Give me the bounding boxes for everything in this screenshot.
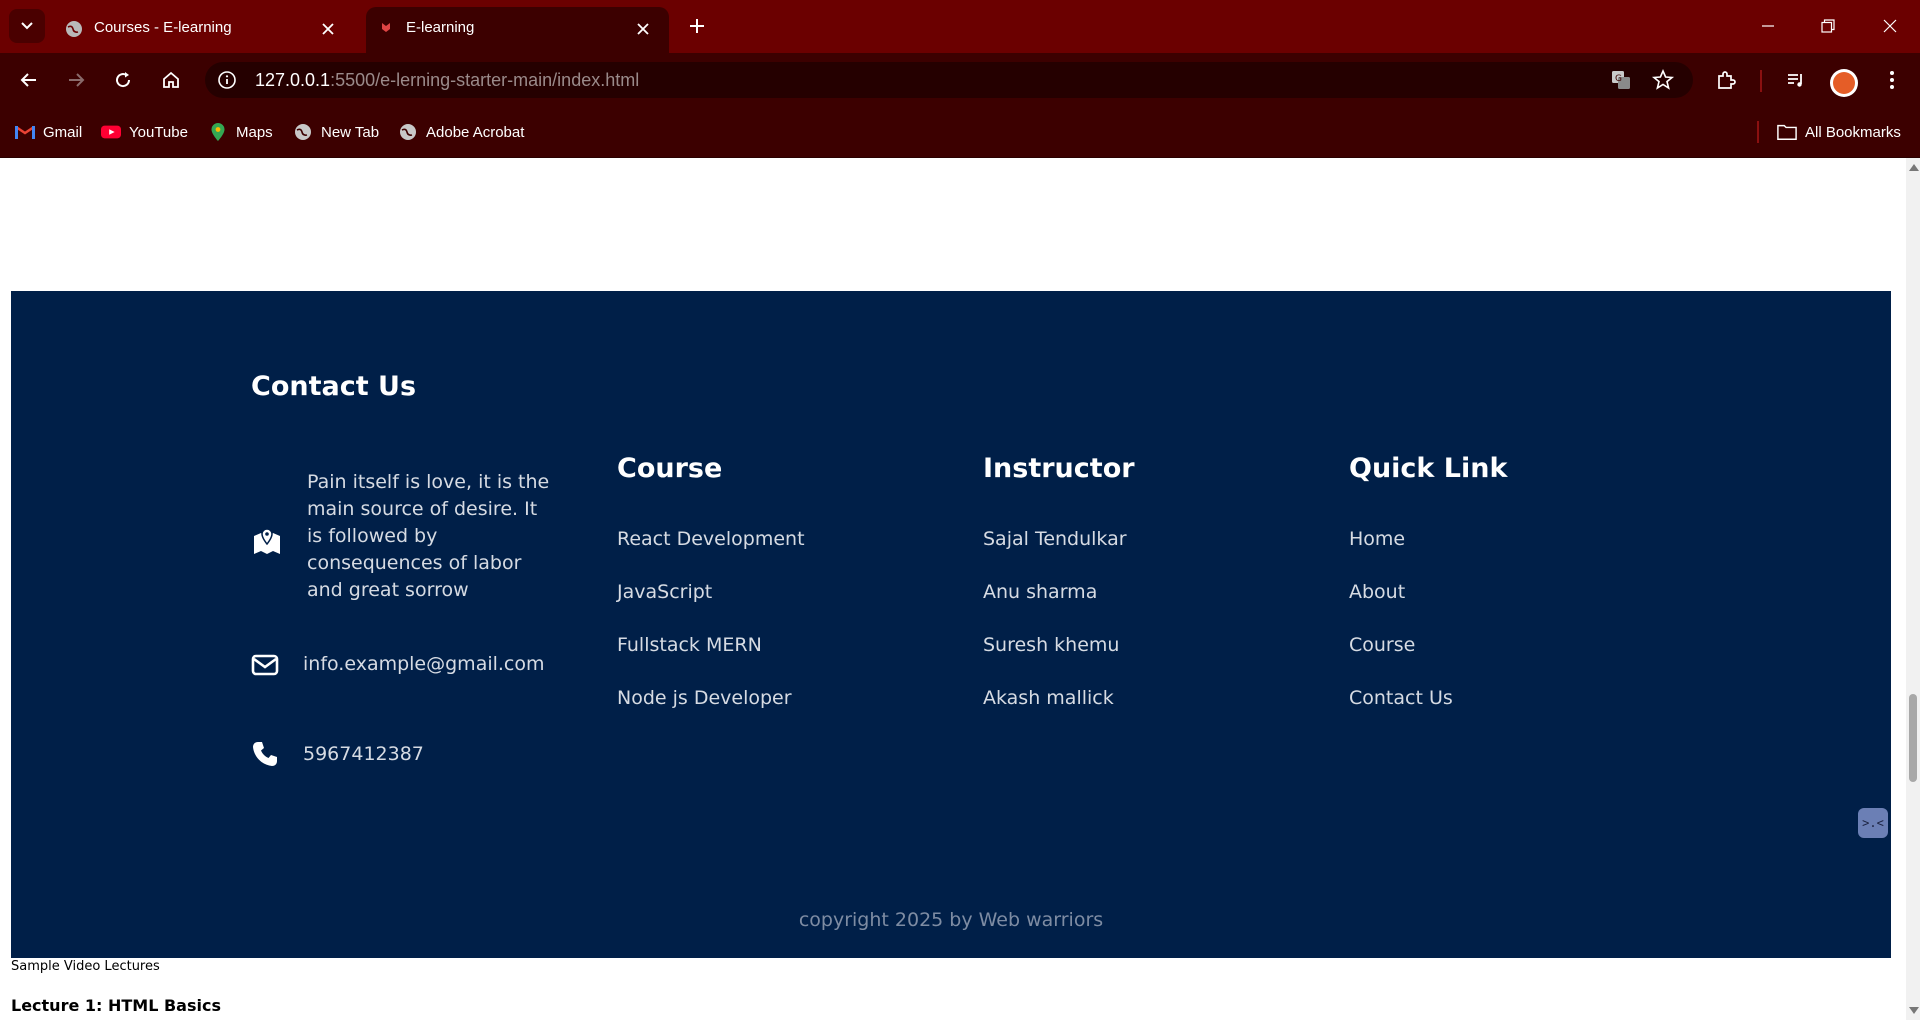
instructor-heading: Instructor xyxy=(983,453,1135,484)
close-icon[interactable] xyxy=(316,17,340,41)
scroll-down-arrow-icon[interactable] xyxy=(1909,1007,1919,1014)
quick-link-contact[interactable]: Contact Us xyxy=(1349,687,1453,709)
profile-avatar[interactable] xyxy=(1830,69,1858,97)
chevron-down-icon xyxy=(21,22,33,30)
tab-strip: Courses - E-learning E-learning xyxy=(0,0,1920,53)
home-icon xyxy=(163,71,179,88)
instructor-link[interactable]: Akash mallick xyxy=(983,687,1114,709)
page-scrollbar[interactable] xyxy=(1906,158,1920,1020)
plus-icon xyxy=(690,19,704,33)
bookmark-label: YouTube xyxy=(129,123,188,141)
maps-icon xyxy=(208,122,228,142)
quick-link-home[interactable]: Home xyxy=(1349,528,1405,550)
playlist-icon xyxy=(1788,74,1802,87)
copyright-text: copyright 2025 by Web warriors xyxy=(798,909,1104,931)
more-vert-icon xyxy=(1890,71,1894,89)
tab-e-learning[interactable]: E-learning xyxy=(366,7,669,53)
bookmark-adobe-acrobat[interactable]: Adobe Acrobat xyxy=(398,118,524,146)
bookmark-label: Maps xyxy=(236,123,273,141)
lecture-heading: Lecture 1: HTML Basics xyxy=(11,996,221,1015)
site-info-icon[interactable] xyxy=(217,70,237,90)
reload-button[interactable] xyxy=(107,64,139,96)
back-button[interactable] xyxy=(13,64,45,96)
instructor-link[interactable]: Anu sharma xyxy=(983,581,1097,603)
bookmarks-bar: Gmail YouTube Maps New Tab Adobe Acrobat… xyxy=(0,106,1920,158)
contact-phone[interactable]: 5967412387 xyxy=(303,743,424,765)
quick-link-about[interactable]: About xyxy=(1349,581,1405,603)
arrow-left-icon xyxy=(20,73,36,87)
tab-courses[interactable]: Courses - E-learning xyxy=(54,7,354,53)
bookmark-label: Gmail xyxy=(43,123,83,141)
address-bar[interactable]: 127.0.0.1:5500/e-lerning-starter-main/in… xyxy=(205,62,1693,98)
gmail-icon xyxy=(15,122,35,142)
course-link[interactable]: Fullstack MERN xyxy=(617,634,762,656)
new-tab-button[interactable] xyxy=(683,12,711,40)
contact-email[interactable]: info.example@gmail.com xyxy=(303,653,545,675)
globe-icon xyxy=(293,122,313,142)
course-link[interactable]: JavaScript xyxy=(617,581,712,603)
course-heading: Course xyxy=(617,453,723,484)
youtube-icon xyxy=(101,122,121,142)
quick-link-course[interactable]: Course xyxy=(1349,634,1415,656)
bookmark-star-icon[interactable] xyxy=(1651,68,1675,92)
favicon-icon xyxy=(382,23,390,32)
all-bookmarks-label: All Bookmarks xyxy=(1805,123,1901,141)
puzzle-icon xyxy=(1718,71,1736,89)
course-link[interactable]: Node js Developer xyxy=(617,687,792,709)
bookmark-maps[interactable]: Maps xyxy=(208,118,273,146)
arrow-right-icon xyxy=(69,73,85,87)
svg-text:G: G xyxy=(1615,74,1622,84)
reload-icon xyxy=(116,72,131,88)
bookmark-label: Adobe Acrobat xyxy=(426,123,525,141)
bookmark-new-tab[interactable]: New Tab xyxy=(293,118,379,146)
bookmark-youtube[interactable]: YouTube xyxy=(101,118,188,146)
contact-address: Pain itself is love, it is the main sour… xyxy=(307,471,550,601)
page-viewport[interactable]: Contact Us Pain itself is love, it is th… xyxy=(0,158,1906,1020)
restore-icon xyxy=(1821,19,1835,33)
envelope-icon xyxy=(251,654,279,676)
globe-icon xyxy=(398,122,418,142)
browser-toolbar: 127.0.0.1:5500/e-lerning-starter-main/in… xyxy=(0,53,1920,106)
tab-title: E-learning xyxy=(406,19,475,36)
media-controls-button[interactable] xyxy=(1780,64,1812,96)
close-icon xyxy=(1883,19,1897,33)
site-footer: Contact Us Pain itself is love, it is th… xyxy=(11,291,1891,958)
minimize-button[interactable] xyxy=(1746,8,1790,44)
course-link[interactable]: React Development xyxy=(617,528,805,550)
all-bookmarks-button[interactable]: All Bookmarks xyxy=(1777,118,1901,146)
instructor-link[interactable]: Sajal Tendulkar xyxy=(983,528,1127,550)
forward-button[interactable] xyxy=(60,64,92,96)
translate-icon[interactable]: G xyxy=(1609,68,1633,92)
minimize-icon xyxy=(1762,25,1774,27)
map-marker-icon xyxy=(254,528,280,554)
video-section-caption: Sample Video Lectures xyxy=(11,959,160,974)
tab-search-button[interactable] xyxy=(9,9,45,43)
scroll-thumb[interactable] xyxy=(1909,694,1917,782)
url-text[interactable]: 127.0.0.1:5500/e-lerning-starter-main/in… xyxy=(255,70,639,91)
phone-icon xyxy=(253,742,277,766)
toolbar-divider xyxy=(1760,70,1762,92)
quick-link-heading: Quick Link xyxy=(1349,453,1508,484)
bookmarks-divider xyxy=(1757,121,1759,143)
home-button[interactable] xyxy=(155,64,187,96)
instructor-link[interactable]: Suresh khemu xyxy=(983,634,1119,656)
globe-icon xyxy=(66,21,82,37)
restore-button[interactable] xyxy=(1806,8,1850,44)
contact-heading: Contact Us xyxy=(251,371,417,402)
extension-floating-button[interactable]: >.< xyxy=(1858,808,1888,838)
scroll-up-arrow-icon[interactable] xyxy=(1909,164,1919,171)
bookmark-gmail[interactable]: Gmail xyxy=(15,118,82,146)
extensions-button[interactable] xyxy=(1710,64,1742,96)
close-icon[interactable] xyxy=(631,17,655,41)
menu-button[interactable] xyxy=(1876,64,1908,96)
tab-title: Courses - E-learning xyxy=(94,19,232,36)
folder-icon xyxy=(1777,122,1797,142)
close-window-button[interactable] xyxy=(1868,8,1912,44)
bookmark-label: New Tab xyxy=(321,123,380,141)
